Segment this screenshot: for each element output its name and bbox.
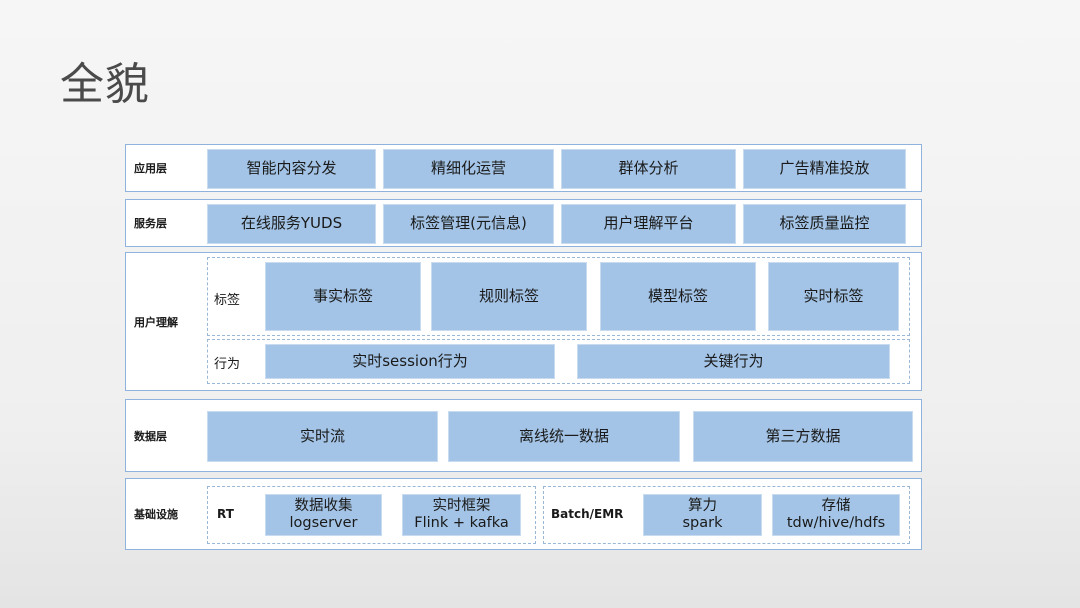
batch-box-compute-line1: 算力 <box>688 498 717 515</box>
batch-box-storage: 存储 tdw/hive/hdfs <box>772 494 900 536</box>
service-layer: 服务层 在线服务YUDS 标签管理(元信息) 用户理解平台 标签质量监控 <box>125 199 922 247</box>
rt-box-data-collection: 数据收集 logserver <box>265 494 382 536</box>
service-box-tag-management: 标签管理(元信息) <box>383 204 554 244</box>
data-box-third-party: 第三方数据 <box>693 411 913 462</box>
rt-label: RT <box>217 507 234 521</box>
rt-box-realtime-framework-line2: Flink + kafka <box>414 515 509 531</box>
behavior-box-realtime-session: 实时session行为 <box>265 344 555 379</box>
app-box-smart-distribution: 智能内容分发 <box>207 149 376 189</box>
user-understanding-layer: 用户理解 标签 事实标签 规则标签 模型标签 实时标签 行为 实时session… <box>125 252 922 391</box>
app-box-group-analysis: 群体分析 <box>561 149 736 189</box>
behavior-box-key: 关键行为 <box>577 344 890 379</box>
layer-label-data: 数据层 <box>134 429 167 443</box>
rt-box-realtime-framework-line1: 实时框架 <box>432 498 491 515</box>
layer-label-service: 服务层 <box>134 217 167 230</box>
tags-label: 标签 <box>214 293 241 308</box>
application-layer: 应用层 智能内容分发 精细化运营 群体分析 广告精准投放 <box>125 144 922 192</box>
batch-box-compute: 算力 spark <box>643 494 762 536</box>
service-box-user-platform: 用户理解平台 <box>561 204 736 244</box>
batch-box-compute-line2: spark <box>682 515 723 531</box>
layer-label-user-understanding: 用户理解 <box>134 315 178 329</box>
tag-box-realtime: 实时标签 <box>768 262 899 331</box>
batch-emr-label: Batch/EMR <box>551 507 624 521</box>
infrastructure-layer: 基础设施 RT 数据收集 logserver 实时框架 Flink + kafk… <box>125 478 922 550</box>
data-layer: 数据层 实时流 离线统一数据 第三方数据 <box>125 399 922 472</box>
tag-box-fact: 事实标签 <box>265 262 421 331</box>
rt-box-data-collection-line2: logserver <box>289 515 358 531</box>
app-box-ad-targeting: 广告精准投放 <box>743 149 906 189</box>
batch-box-storage-line2: tdw/hive/hdfs <box>786 515 886 531</box>
service-box-tag-quality: 标签质量监控 <box>743 204 906 244</box>
rt-box-realtime-framework: 实时框架 Flink + kafka <box>402 494 521 536</box>
service-box-online-yuds: 在线服务YUDS <box>207 204 376 244</box>
data-box-realtime-stream: 实时流 <box>207 411 438 462</box>
behavior-label: 行为 <box>214 357 241 372</box>
data-box-offline-unified: 离线统一数据 <box>448 411 680 462</box>
tag-box-rule: 规则标签 <box>431 262 587 331</box>
page-title: 全貌 <box>60 59 150 110</box>
batch-box-storage-line1: 存储 <box>821 498 851 515</box>
layer-label-infrastructure: 基础设施 <box>134 508 178 521</box>
tag-box-model: 模型标签 <box>600 262 756 331</box>
layer-label-application: 应用层 <box>134 162 167 175</box>
app-box-fine-operation: 精细化运营 <box>383 149 554 189</box>
rt-box-data-collection-line1: 数据收集 <box>294 498 353 515</box>
